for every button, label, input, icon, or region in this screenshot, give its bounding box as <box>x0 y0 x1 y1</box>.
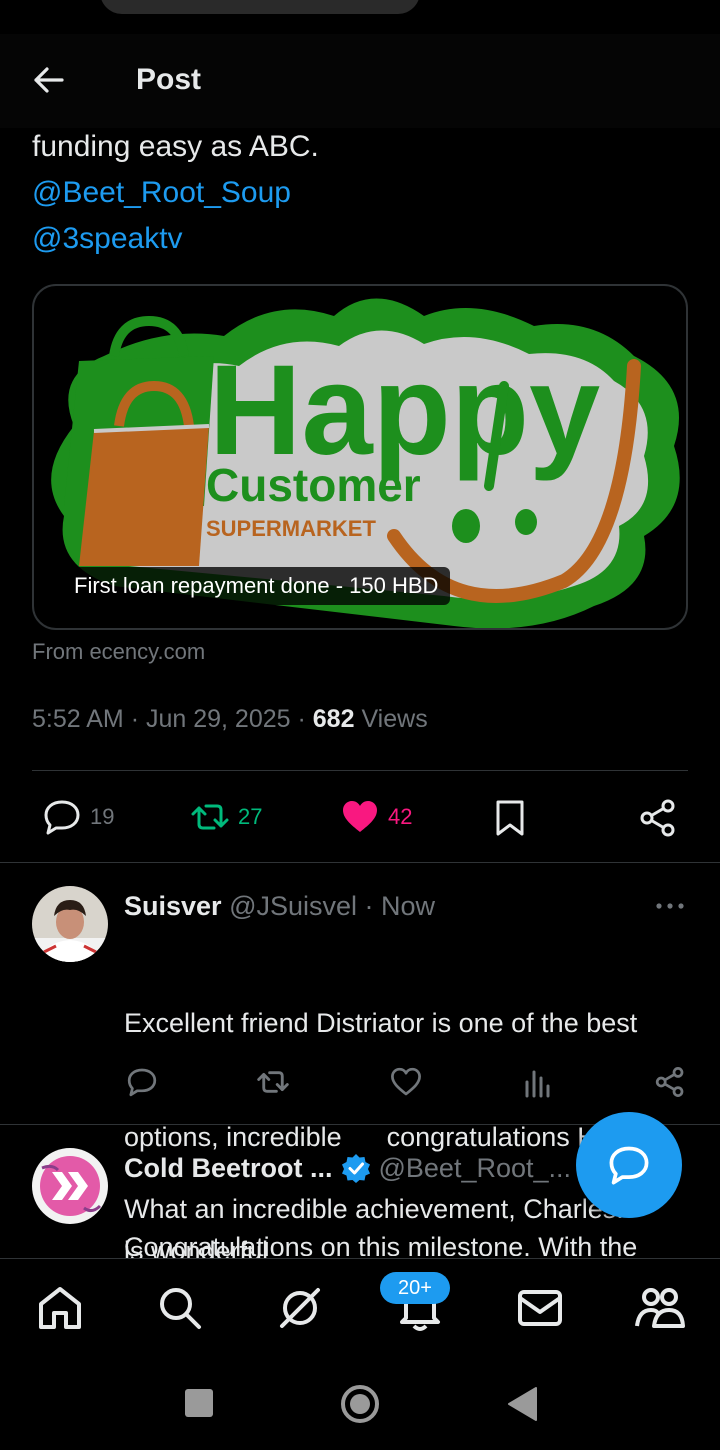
more-dots-icon <box>656 903 684 909</box>
analytics-icon <box>525 1070 550 1098</box>
card-source[interactable]: From ecency.com <box>32 636 205 668</box>
repost-icon <box>191 804 229 830</box>
nav-home[interactable] <box>34 1282 86 1334</box>
comment-reply-button[interactable] <box>126 1066 158 1098</box>
heart-filled-icon <box>343 801 377 832</box>
arrow-left-icon <box>34 67 64 93</box>
reply-button[interactable]: 19 <box>42 798 114 836</box>
post-time: 5:52 AM <box>32 705 124 733</box>
status-bar-pill <box>100 0 420 14</box>
like-count: 42 <box>388 804 413 829</box>
search-icon <box>160 1288 201 1329</box>
back-triangle-icon <box>508 1387 537 1421</box>
share-button[interactable] <box>638 798 678 838</box>
mention-link[interactable]: @Beet_Root_Soup <box>32 170 291 216</box>
mention-link[interactable]: @3speaktv <box>32 216 183 262</box>
reply-count: 19 <box>90 804 115 829</box>
more-options-button[interactable] <box>654 894 686 918</box>
verified-badge-icon <box>341 1154 370 1183</box>
nav-messages[interactable] <box>514 1282 566 1334</box>
divider <box>32 770 688 771</box>
bottom-navigation <box>0 1258 720 1358</box>
grok-icon <box>280 1288 320 1328</box>
post-meta: 5:52 AM · Jun 29, 2025 · 682 Views <box>32 705 428 733</box>
comment-author-name[interactable]: Suisver <box>124 891 222 921</box>
comment-share-button[interactable] <box>654 1066 686 1098</box>
divider <box>0 862 720 863</box>
comment-header: Suisver @JSuisvel · Now <box>124 888 435 924</box>
page-title: Post <box>136 63 202 96</box>
recents-square-icon <box>185 1389 213 1417</box>
bookmark-button[interactable] <box>492 798 528 838</box>
bookmark-icon <box>496 800 524 836</box>
comment-time: · Now <box>364 891 436 921</box>
chat-bubble-icon <box>609 1146 649 1185</box>
nav-communities[interactable] <box>634 1282 686 1334</box>
comment-views-button[interactable] <box>524 1068 552 1098</box>
post-text: funding easy as ABC. <box>32 130 319 163</box>
share-icon <box>640 799 675 837</box>
repost-count: 27 <box>238 804 263 829</box>
comment-author-name[interactable]: Cold Beetroot ... <box>124 1150 333 1186</box>
reply-icon <box>44 800 80 835</box>
avatar[interactable] <box>32 1148 108 1224</box>
user-avatar-image <box>32 886 108 962</box>
post-date: Jun 29, 2025 <box>145 705 291 733</box>
logo-word-customer: Customer <box>206 459 421 511</box>
card-caption: First loan repayment done - 150 HBD <box>62 567 451 605</box>
hive-avatar-image <box>32 1148 108 1224</box>
heart-icon <box>391 1067 421 1096</box>
comment-header: Cold Beetroot ... @Beet_Root_... <box>124 1150 571 1186</box>
like-button[interactable]: 42 <box>340 798 412 836</box>
avatar[interactable] <box>32 886 108 962</box>
notification-badge: 20+ <box>380 1272 450 1304</box>
reply-icon <box>127 1068 157 1097</box>
home-icon <box>39 1287 81 1329</box>
top-app-bar <box>0 34 720 128</box>
comment-author-handle[interactable]: @Beet_Root_... <box>379 1150 572 1186</box>
mail-icon <box>518 1290 562 1326</box>
comment-repost-button[interactable] <box>256 1066 290 1098</box>
share-icon <box>655 1067 684 1097</box>
logo-word-supermarket: SUPERMARKET <box>206 516 376 541</box>
comment-author-handle[interactable]: @JSuisvel <box>229 891 357 921</box>
nav-search[interactable] <box>154 1282 206 1334</box>
repost-button[interactable]: 27 <box>190 798 262 836</box>
views-label: Views <box>361 705 428 733</box>
view-count: 682 <box>312 705 355 733</box>
recents-button[interactable] <box>184 1388 214 1418</box>
comment-like-button[interactable] <box>390 1066 422 1098</box>
communities-icon <box>635 1288 685 1328</box>
compose-reply-fab[interactable] <box>576 1112 682 1218</box>
home-system-button[interactable] <box>340 1384 380 1424</box>
home-circle-icon <box>341 1385 379 1423</box>
back-button[interactable] <box>28 60 72 100</box>
nav-grok[interactable] <box>274 1282 326 1334</box>
back-system-button[interactable] <box>506 1386 538 1422</box>
repost-icon <box>257 1071 289 1093</box>
